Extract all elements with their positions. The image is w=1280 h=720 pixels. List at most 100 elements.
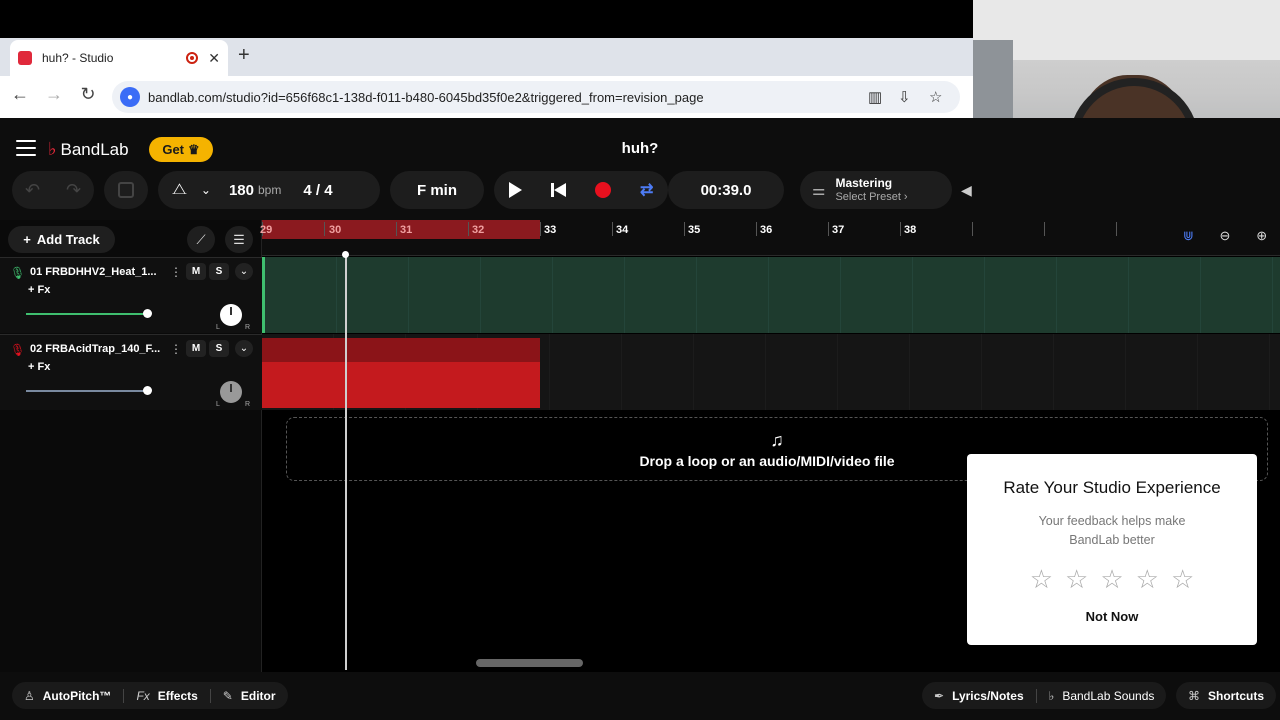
rewind-icon[interactable] [550, 183, 566, 197]
chevron-down-icon[interactable]: ⌄ [201, 183, 211, 197]
track-name[interactable]: 01 FRBDHHV2_Heat_1... [30, 266, 164, 278]
expand-icon[interactable]: ⌄ [235, 340, 253, 357]
volume-slider[interactable] [26, 313, 148, 315]
snap-magnet-icon[interactable]: ⋓ [1183, 228, 1194, 244]
playhead[interactable] [345, 256, 347, 670]
horizontal-scrollbar[interactable] [476, 659, 583, 667]
browser-tab[interactable]: huh? - Studio ✕ [10, 40, 228, 76]
more-options-icon[interactable]: ⋮ [170, 265, 182, 279]
record-icon[interactable] [594, 182, 611, 198]
bar-number: 32 [472, 224, 485, 236]
metronome-icon[interactable]: ⧍ [172, 181, 187, 199]
pencil-icon: ✎ [222, 688, 233, 703]
back-button[interactable]: ← [8, 84, 32, 105]
crown-icon: ♛ [188, 141, 200, 157]
menu-icon[interactable] [16, 140, 36, 158]
volume-icon[interactable]: ◀ [961, 182, 972, 199]
get-label: Get [162, 142, 184, 157]
zoom-in-icon[interactable]: ⊕ [1256, 228, 1267, 244]
audio-region[interactable] [262, 338, 540, 408]
cycle-icon[interactable]: ⇄ [640, 180, 653, 200]
sliders-icon: ⚌ [812, 182, 826, 199]
add-fx-button[interactable]: + Fx [28, 361, 50, 373]
forward-button[interactable]: → [42, 84, 66, 105]
volume-slider[interactable] [26, 390, 148, 392]
track-name[interactable]: 02 FRBAcidTrap_140_F... [30, 343, 164, 355]
star-icon[interactable]: ☆ [1171, 564, 1194, 595]
loop-region-button[interactable] [104, 171, 148, 209]
project-title[interactable]: huh? [560, 140, 720, 157]
bookmark-star-icon[interactable]: ☆ [929, 88, 942, 106]
bandlab-logo[interactable]: ♭ BandLab [48, 139, 129, 160]
bottom-tools-right: ✒ Lyrics/Notes ♭ BandLab Sounds [922, 682, 1167, 709]
pan-right-label: R [245, 401, 251, 408]
pan-knob[interactable] [220, 381, 242, 403]
loop-region-icon [118, 182, 134, 198]
effects-button[interactable]: Fx Effects [124, 689, 209, 703]
brand-name: BandLab [60, 139, 129, 159]
track-lane[interactable] [262, 257, 1280, 333]
new-tab-button[interactable]: + [238, 44, 250, 67]
pan-left-label: L [216, 401, 220, 408]
mute-button[interactable]: M [186, 340, 206, 357]
rating-title: Rate Your Studio Experience [1003, 478, 1221, 497]
recording-indicator-icon [186, 52, 199, 64]
track-header[interactable]: 🎙 02 FRBAcidTrap_140_F... ⋮ M S ⌄ + Fx L… [0, 334, 262, 410]
play-icon[interactable] [508, 182, 522, 198]
shortcuts-button[interactable]: ⌘ Shortcuts [1176, 682, 1277, 709]
sounds-label: BandLab Sounds [1062, 688, 1155, 703]
microphone-icon: ● [120, 87, 140, 107]
mute-button[interactable]: M [186, 263, 206, 280]
bottom-tools-left: ♙ AutoPitch™ Fx Effects ✎ Editor [12, 682, 288, 709]
get-membership-button[interactable]: Get ♛ [149, 137, 213, 162]
autopitch-button[interactable]: ♙ AutoPitch™ [12, 689, 123, 703]
star-icon[interactable]: ☆ [1030, 564, 1053, 595]
star-icon[interactable]: ☆ [1136, 564, 1159, 595]
solo-button[interactable]: S [209, 340, 229, 357]
volume-slider-handle[interactable] [143, 309, 152, 318]
install-app-icon[interactable]: ⇩ [898, 88, 911, 106]
add-track-button[interactable]: + Add Track [8, 226, 115, 253]
redo-icon[interactable]: ↷ [66, 180, 81, 201]
solo-button[interactable]: S [209, 263, 229, 280]
track-header[interactable]: 🎙 01 FRBDHHV2_Heat_1... ⋮ M S ⌄ + Fx L R [0, 257, 262, 333]
lyrics-notes-button[interactable]: ✒ Lyrics/Notes [922, 689, 1036, 703]
add-fx-button[interactable]: + Fx [28, 284, 50, 296]
lyrics-label: Lyrics/Notes [952, 688, 1024, 703]
reading-mode-icon[interactable]: ▥ [868, 88, 882, 106]
bandlab-sounds-button[interactable]: ♭ BandLab Sounds [1037, 689, 1167, 703]
drop-zone-text: Drop a loop or an audio/MIDI/video file [639, 452, 895, 469]
tab-close-button[interactable]: ✕ [208, 50, 220, 67]
star-icon[interactable]: ☆ [1065, 564, 1088, 595]
effects-label: Effects [157, 688, 198, 703]
autopitch-icon: ♙ [24, 688, 35, 703]
not-now-button[interactable]: Not Now [967, 609, 1257, 624]
volume-slider-handle[interactable] [143, 386, 152, 395]
bar-number: 31 [400, 224, 413, 236]
bandlab-favicon-icon [18, 51, 32, 65]
feather-icon: ✒ [934, 688, 945, 703]
plus-icon: + [23, 232, 31, 247]
add-track-label: Add Track [36, 232, 100, 247]
time-signature[interactable]: 4 / 4 [303, 182, 332, 199]
bar-number: 37 [832, 224, 845, 236]
zoom-out-icon[interactable]: ⊖ [1220, 228, 1231, 244]
more-options-icon[interactable]: ⋮ [170, 342, 182, 356]
mastering-button[interactable]: ⚌ Mastering Select Preset › [800, 171, 952, 209]
ruler-tools: ⋓ ⊖ ⊕ [1170, 228, 1280, 244]
expand-icon[interactable]: ⌄ [235, 263, 253, 280]
key-button[interactable]: F min [390, 171, 484, 209]
playhead-handle[interactable] [342, 251, 349, 258]
editor-button[interactable]: ✎ Editor [211, 689, 288, 703]
undo-icon[interactable]: ↶ [25, 180, 40, 201]
url-omnibox[interactable]: ● bandlab.com/studio?id=656f68c1-138d-f0… [112, 81, 960, 113]
automation-icon[interactable]: ⟋ [187, 226, 215, 253]
mastering-preset: Select Preset › [835, 191, 908, 203]
track-settings-icon[interactable]: ☰ [225, 226, 253, 253]
rating-popup: Rate Your Studio Experience Your feedbac… [967, 454, 1257, 645]
pan-knob[interactable] [220, 304, 242, 326]
tempo-value[interactable]: 180 [229, 182, 254, 199]
microphone-icon: 🎙 [10, 266, 26, 280]
reload-button[interactable]: ↻ [76, 84, 100, 105]
star-icon[interactable]: ☆ [1100, 564, 1123, 595]
